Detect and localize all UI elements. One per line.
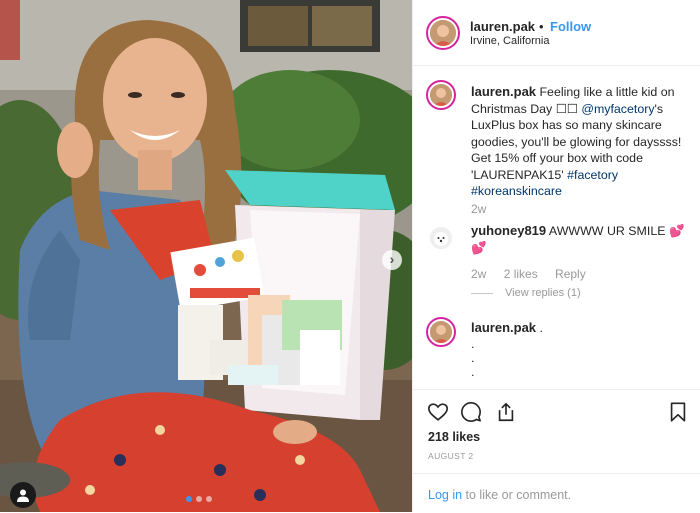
next-photo-button[interactable]: › — [382, 250, 402, 270]
post-caption: lauren.pak Feeling like a little kid on … — [471, 84, 693, 200]
author-username[interactable]: lauren.pak — [470, 19, 535, 34]
comments-section: lauren.pak Feeling like a little kid on … — [413, 66, 700, 389]
carousel-dot-active — [186, 496, 192, 502]
post-photo[interactable]: › — [0, 0, 412, 512]
comment-line: . — [471, 365, 475, 379]
comment-likes[interactable]: 2 likes — [504, 267, 538, 281]
caption-meta: 2w — [471, 202, 500, 216]
comment-avatar[interactable] — [426, 317, 456, 347]
carousel-dot — [206, 496, 212, 502]
instagram-post: › lauren.pak • Follow Irvine, California… — [0, 0, 700, 512]
share-button[interactable] — [495, 401, 517, 423]
post-date[interactable]: AUGUST 2 — [428, 451, 474, 461]
comment-icon — [461, 402, 481, 422]
photo-illustration — [0, 0, 412, 512]
comment-time[interactable]: 2w — [471, 267, 486, 281]
post-header: lauren.pak • Follow Irvine, California — [413, 0, 700, 66]
author-avatar[interactable] — [426, 16, 460, 50]
carousel-indicator — [186, 496, 212, 502]
avatar-photo — [430, 20, 456, 46]
comment: yuhoney819 AWWWW UR SMILE 💕💕 — [471, 223, 691, 256]
tagged-users-button[interactable] — [10, 482, 36, 508]
avatar-photo — [430, 321, 452, 343]
user-icon — [17, 489, 29, 502]
like-button[interactable] — [427, 401, 449, 423]
share-icon — [498, 402, 514, 422]
commenter-username[interactable]: yuhoney819 — [471, 223, 546, 238]
view-replies-button[interactable]: View replies (1) — [471, 287, 581, 299]
comment-button[interactable] — [460, 401, 482, 423]
comment-text: AWWWW UR SMILE — [548, 224, 666, 238]
comment: lauren.pak . . . . — [471, 319, 543, 379]
caption-time[interactable]: 2w — [471, 202, 486, 216]
comment-meta: 2w 2 likes Reply — [471, 267, 600, 281]
carousel-dot — [196, 496, 202, 502]
avatar-photo — [430, 84, 452, 106]
caption-avatar[interactable] — [426, 80, 456, 110]
login-link[interactable]: Log in — [428, 488, 462, 502]
post-actions: 218 likes AUGUST 2 — [413, 389, 700, 474]
post-sidebar: lauren.pak • Follow Irvine, California l… — [412, 0, 700, 512]
reply-button[interactable]: Reply — [555, 267, 586, 281]
replies-line — [471, 292, 493, 294]
hashtag-link[interactable]: #facetory — [567, 168, 618, 182]
dog-avatar-photo — [430, 227, 452, 249]
likes-count[interactable]: 218 likes — [428, 430, 480, 444]
save-button[interactable] — [667, 401, 689, 423]
heart-icon — [428, 403, 448, 421]
bookmark-icon — [670, 402, 686, 422]
emoji-placeholder: ☐☐ — [555, 101, 578, 116]
separator-dot: • — [539, 19, 544, 34]
comment-text: . — [539, 321, 543, 335]
comment-line: . — [471, 337, 475, 351]
commenter-username[interactable]: lauren.pak — [471, 320, 536, 335]
follow-button[interactable]: Follow — [550, 19, 591, 34]
commenter-avatar[interactable] — [426, 223, 456, 253]
hashtag-link[interactable]: #koreanskincare — [471, 184, 562, 198]
location-link[interactable]: Irvine, California — [470, 35, 549, 47]
login-text: to like or comment. — [462, 488, 572, 502]
view-replies-label: View replies (1) — [505, 287, 581, 299]
caption-username[interactable]: lauren.pak — [471, 84, 536, 99]
login-prompt: Log in to like or comment. — [413, 473, 700, 513]
mention-link[interactable]: @myfacetory — [581, 102, 654, 116]
comment-line: . — [471, 351, 475, 365]
